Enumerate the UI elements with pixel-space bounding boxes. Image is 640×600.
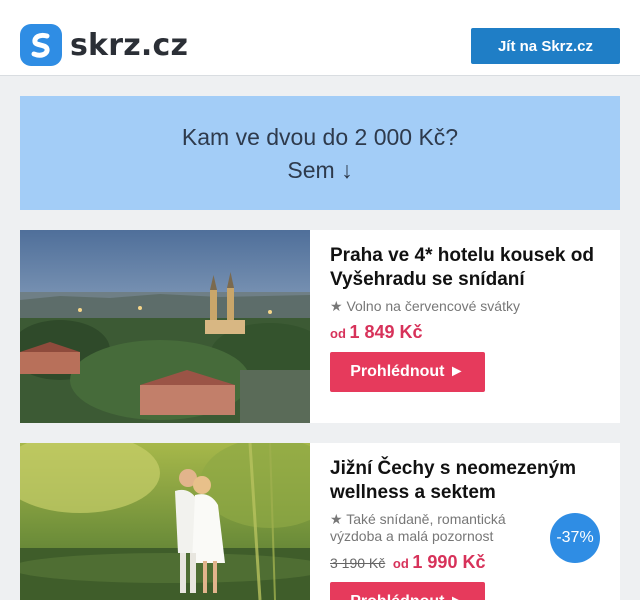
price-prefix: od — [330, 326, 346, 341]
logo[interactable]: skrz.cz — [20, 24, 188, 66]
deal-title[interactable]: Jižní Čechy s neomezeným wellness a sekt… — [330, 457, 600, 505]
logo-text: skrz.cz — [70, 27, 189, 63]
go-to-skrz-button[interactable]: Jít na Skrz.cz — [471, 28, 620, 64]
old-price: 3 190 Kč — [330, 555, 386, 571]
skrz-logo-icon — [20, 24, 62, 66]
promo-banner[interactable]: Kam ve dvou do 2 000 Kč? Sem ↓ — [20, 96, 620, 210]
banner-subline: Sem ↓ — [287, 157, 353, 183]
deal-subtitle: ★ Volno na červencové svátky — [330, 298, 520, 314]
deal-title[interactable]: Praha ve 4* hotelu kousek od Vyšehradu s… — [330, 244, 600, 292]
price-prefix: od — [392, 556, 409, 571]
view-deal-button[interactable]: Prohlédnout ► — [330, 582, 485, 600]
deal-card-body: Praha ve 4* hotelu kousek od Vyšehradu s… — [330, 244, 600, 392]
view-deal-button[interactable]: Prohlédnout ► — [330, 352, 485, 392]
price-value: 1 849 Kč — [349, 322, 423, 342]
header: skrz.cz Jít na Skrz.cz — [0, 0, 640, 76]
price-value: 1 990 Kč — [412, 552, 486, 572]
banner-headline: Kam ve dvou do 2 000 Kč? — [181, 124, 459, 150]
discount-badge: -37% — [550, 513, 600, 563]
deal-image-prague[interactable] — [20, 230, 310, 423]
deal-subtitle: ★ Také snídaně, romantická výzdoba a mal… — [330, 511, 506, 544]
deal-card[interactable]: Jižní Čechy s neomezeným wellness a sekt… — [20, 443, 620, 600]
deal-price: od 1 849 Kč — [330, 322, 600, 343]
deal-image-couple[interactable] — [20, 443, 310, 600]
deal-card[interactable]: Praha ve 4* hotelu kousek od Vyšehradu s… — [20, 230, 620, 423]
